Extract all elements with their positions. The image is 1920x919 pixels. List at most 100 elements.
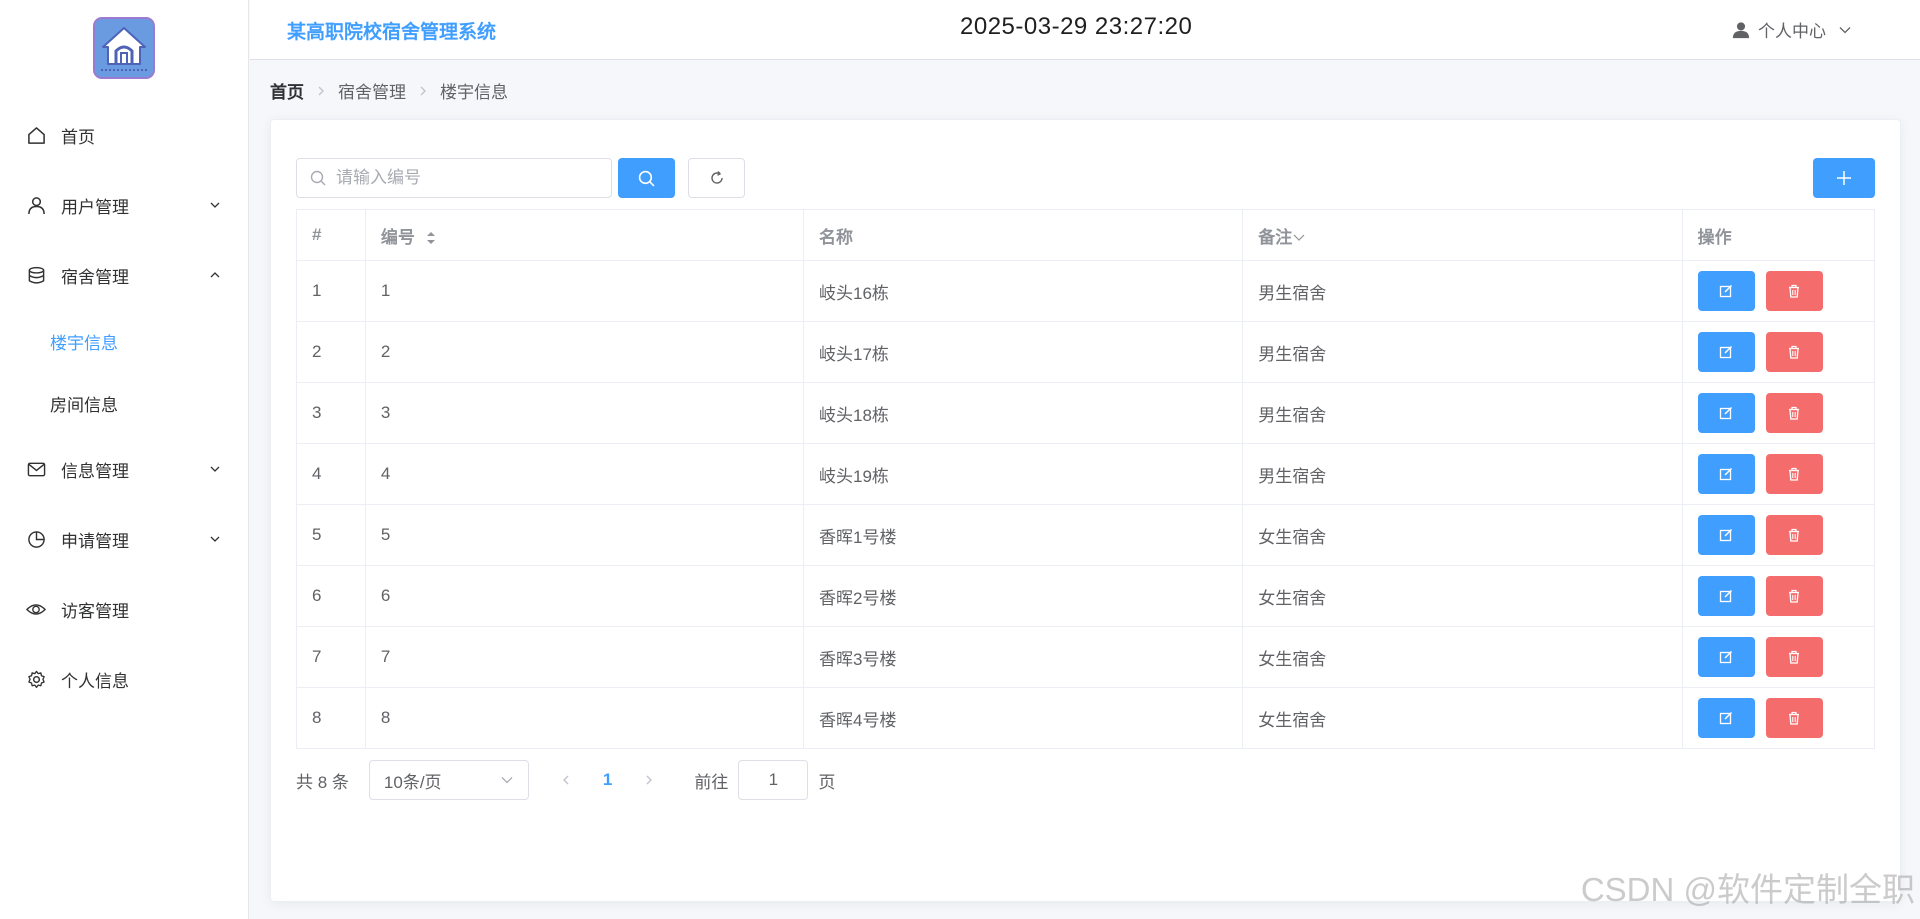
- sidebar-item-home[interactable]: 首页: [0, 100, 249, 170]
- chevron-right-icon: [418, 85, 428, 97]
- edit-button[interactable]: [1697, 576, 1755, 616]
- cell-code: 5: [364, 504, 804, 566]
- sidebar-item-label: 信息管理: [61, 461, 129, 481]
- cell-remark: 男生宿舍: [1242, 382, 1683, 444]
- delete-button[interactable]: [1765, 637, 1823, 677]
- table-row: 7 7 香晖3号楼 女生宿舍: [296, 626, 1876, 688]
- goto-suffix: 页: [818, 772, 836, 792]
- cell-code: 1: [364, 260, 804, 322]
- cell-name: 岐头18栋: [802, 382, 1244, 444]
- edit-button[interactable]: [1697, 698, 1755, 738]
- sort-icon[interactable]: [426, 230, 436, 246]
- app-logo: [93, 17, 155, 79]
- cell-code: 7: [364, 626, 804, 688]
- goto-label: 前往: [694, 772, 729, 792]
- sidebar-item-label: 宿舍管理: [61, 267, 129, 287]
- cell-index: 3: [296, 382, 366, 444]
- pagination: 共 8 条 10条/页 1 前往 页: [296, 760, 835, 800]
- building-table: # 编号 名称 备注 操作 1 1 岐头16栋 男生宿舍 2 2 岐头17栋 男生宿舍 3 3 岐头…: [296, 209, 1876, 749]
- delete-button[interactable]: [1765, 698, 1823, 738]
- chevron-down-icon: [1839, 26, 1851, 33]
- chevron-down-icon: [210, 466, 220, 472]
- edit-button[interactable]: [1697, 454, 1755, 494]
- trash-icon: [1789, 589, 1800, 603]
- message-icon: [26, 459, 46, 479]
- trash-icon: [1789, 528, 1800, 542]
- sidebar-item-visitors[interactable]: 访客管理: [0, 574, 249, 644]
- home-icon: [26, 125, 46, 145]
- edit-button[interactable]: [1697, 271, 1755, 311]
- delete-button[interactable]: [1765, 332, 1823, 372]
- chevron-left-icon: [562, 775, 569, 785]
- edit-button[interactable]: [1697, 637, 1755, 677]
- chevron-right-icon: [316, 85, 326, 97]
- trash-icon: [1789, 284, 1800, 298]
- sidebar-menu: 首页 用户管理 宿舍管理 楼宇信息 房间信息 信息管理 申请管理 访客管理 个人…: [0, 100, 249, 714]
- database-icon: [26, 265, 46, 285]
- user-icon: [26, 195, 46, 215]
- table-row: 6 6 香晖2号楼 女生宿舍: [296, 565, 1876, 627]
- user-avatar-icon: [1732, 21, 1750, 38]
- sidebar: 首页 用户管理 宿舍管理 楼宇信息 房间信息 信息管理 申请管理 访客管理 个人…: [0, 0, 249, 919]
- cell-index: 6: [296, 565, 366, 627]
- content-card: # 编号 名称 备注 操作 11岐头16栋男生宿舍22岐头17栋男生宿舍33岐头…: [270, 119, 1901, 902]
- cell-actions: [1681, 504, 1876, 566]
- search-input[interactable]: [336, 168, 596, 188]
- delete-button[interactable]: [1765, 271, 1823, 311]
- delete-button[interactable]: [1765, 454, 1823, 494]
- edit-button[interactable]: [1697, 332, 1755, 372]
- sidebar-item-label: 申请管理: [61, 531, 129, 551]
- column-header-remark[interactable]: 备注: [1242, 209, 1683, 261]
- column-header-label: 编号: [380, 227, 415, 247]
- cell-name: 岐头19栋: [802, 443, 1244, 505]
- table-row: 5 5 香晖1号楼 女生宿舍: [296, 504, 1876, 566]
- sidebar-item-messages[interactable]: 信息管理: [0, 434, 249, 504]
- cell-remark: 男生宿舍: [1242, 443, 1683, 505]
- goto-page-input[interactable]: [738, 760, 809, 800]
- breadcrumb-item-home[interactable]: 首页: [270, 78, 304, 103]
- page-size-value: 10条/页: [383, 772, 442, 792]
- column-header-actions: 操作: [1681, 209, 1876, 261]
- cell-name: 香晖1号楼: [802, 504, 1244, 566]
- search-button[interactable]: [618, 158, 675, 198]
- sidebar-item-profile[interactable]: 个人信息: [0, 644, 249, 714]
- cell-remark: 女生宿舍: [1242, 504, 1683, 566]
- cell-index: 7: [296, 626, 366, 688]
- pagination-prev-button[interactable]: [561, 774, 571, 786]
- cell-actions: [1681, 687, 1876, 749]
- chevron-down-icon: [210, 536, 220, 542]
- edit-button[interactable]: [1697, 393, 1755, 433]
- sidebar-subitem-room-info[interactable]: 房间信息: [0, 372, 249, 434]
- delete-button[interactable]: [1765, 393, 1823, 433]
- cell-actions: [1681, 382, 1876, 444]
- pagination-next-button[interactable]: [644, 774, 654, 786]
- chevron-right-icon: [646, 775, 653, 785]
- sidebar-item-dorm[interactable]: 宿舍管理: [0, 240, 249, 310]
- watermark: CSDN @软件定制全职: [1580, 871, 1915, 908]
- column-header-code[interactable]: 编号: [364, 209, 804, 261]
- cell-remark: 男生宿舍: [1242, 321, 1683, 383]
- pagination-page-1[interactable]: 1: [603, 770, 612, 790]
- edit-icon: [1719, 711, 1733, 725]
- sidebar-item-users[interactable]: 用户管理: [0, 170, 249, 240]
- cell-actions: [1681, 321, 1876, 383]
- edit-icon: [1719, 284, 1733, 298]
- table-row: 2 2 岐头17栋 男生宿舍: [296, 321, 1876, 383]
- user-center-dropdown[interactable]: 个人中心: [1732, 17, 1860, 42]
- delete-button[interactable]: [1765, 515, 1823, 555]
- add-button[interactable]: [1813, 158, 1875, 198]
- sidebar-subitem-building-info[interactable]: 楼宇信息: [0, 310, 249, 372]
- page-size-select[interactable]: 10条/页: [368, 760, 529, 800]
- cell-name: 岐头17栋: [802, 321, 1244, 383]
- delete-button[interactable]: [1765, 576, 1823, 616]
- edit-button[interactable]: [1697, 515, 1755, 555]
- user-center-label: 个人中心: [1758, 22, 1826, 41]
- pie-chart-icon: [26, 529, 46, 549]
- sidebar-item-applications[interactable]: 申请管理: [0, 504, 249, 574]
- breadcrumb-item-dorm: 宿舍管理: [338, 83, 406, 102]
- cell-name: 香晖3号楼: [802, 626, 1244, 688]
- cell-code: 8: [364, 687, 804, 749]
- reset-button[interactable]: [688, 158, 745, 198]
- cell-name: 香晖2号楼: [802, 565, 1244, 627]
- gear-icon: [26, 669, 46, 689]
